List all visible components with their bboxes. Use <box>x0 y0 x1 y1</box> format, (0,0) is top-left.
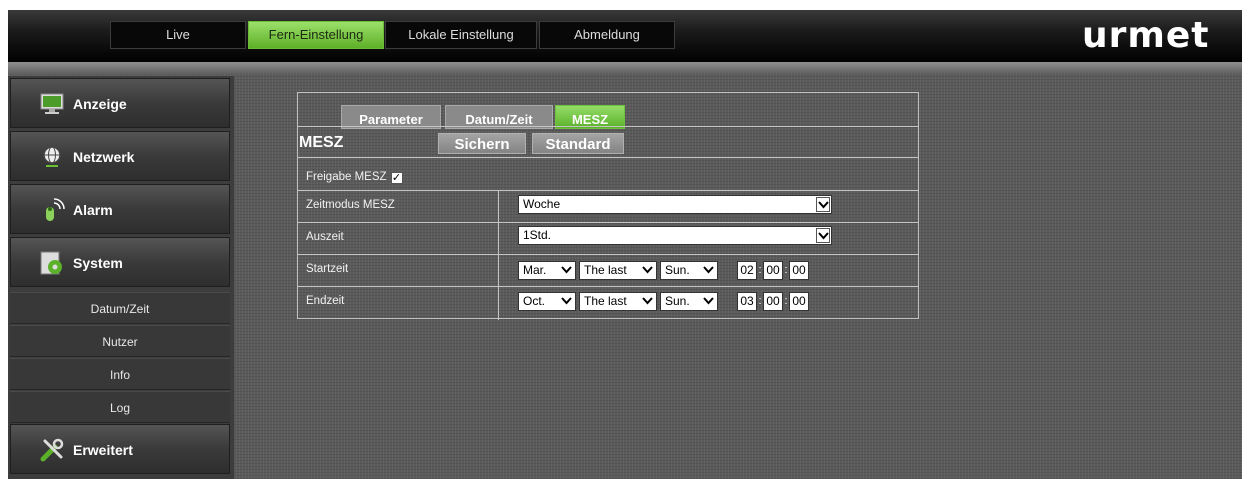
time-mode-select[interactable]: Woche <box>518 195 832 214</box>
top-bar-divider <box>8 62 1242 74</box>
end-month-value: Oct. <box>523 294 546 308</box>
end-week-select[interactable]: The last <box>579 292 657 311</box>
save-button[interactable]: Sichern <box>438 133 526 154</box>
alarm-icon <box>46 198 65 221</box>
sidebar-label-system: System <box>73 255 123 271</box>
chevron-down-icon <box>702 294 716 309</box>
start-day-value: Sun. <box>665 263 690 277</box>
end-month-select[interactable]: Oct. <box>518 292 576 311</box>
start-time-label: Startzeit <box>306 263 349 275</box>
sidebar-item-alarm[interactable]: Alarm <box>10 184 230 234</box>
nav-live[interactable]: Live <box>110 21 246 49</box>
nav-remote-settings[interactable]: Fern-Einstellung <box>248 21 384 49</box>
sidebar-item-system[interactable]: System <box>10 237 230 287</box>
urmet-logo: urmet <box>1082 15 1210 54</box>
sidebar-item-network[interactable]: Netzwerk <box>10 131 230 181</box>
nav-local-settings[interactable]: Lokale Einstellung <box>385 21 537 49</box>
start-hour-input[interactable]: 02 <box>737 261 757 280</box>
tools-icon <box>40 438 64 462</box>
chevron-down-icon <box>641 263 655 278</box>
sidebar-item-advanced[interactable]: Erweitert <box>10 424 230 474</box>
sidebar: Anzeige Netzwerk Alarm System Datum/Zeit… <box>8 76 234 479</box>
top-bar: Live Fern-Einstellung Lokale Einstellung… <box>8 10 1242 62</box>
offset-select[interactable]: 1Std. <box>518 226 832 245</box>
sidebar-subitem-info[interactable]: Info <box>10 358 230 390</box>
divider <box>298 157 918 158</box>
end-second-input[interactable]: 00 <box>789 292 809 311</box>
end-day-select[interactable]: Sun. <box>660 292 718 311</box>
start-week-select[interactable]: The last <box>579 261 657 280</box>
system-settings-icon <box>40 251 62 275</box>
start-month-value: Mar. <box>523 263 547 277</box>
offset-value: 1Std. <box>523 228 552 242</box>
chevron-down-icon <box>816 197 830 212</box>
divider <box>298 222 918 223</box>
chevron-down-icon <box>560 294 574 309</box>
divider <box>298 190 918 191</box>
chevron-down-icon <box>641 294 655 309</box>
end-day-value: Sun. <box>665 294 690 308</box>
start-second-input[interactable]: 00 <box>789 261 809 280</box>
sidebar-label-display: Anzeige <box>73 96 127 112</box>
sidebar-label-advanced: Erweitert <box>73 442 133 458</box>
enable-dst-row: Freigabe MESZ ✓ <box>306 171 403 184</box>
time-mode-label: Zeitmodus MESZ <box>306 199 395 211</box>
dst-settings-panel: Parameter Datum/Zeit MESZ MESZ Sichern S… <box>297 92 919 320</box>
column-divider <box>498 190 499 320</box>
sidebar-label-network: Netzwerk <box>73 149 135 165</box>
svg-text:urmet: urmet <box>1082 15 1210 54</box>
offset-label: Auszeit <box>306 231 344 243</box>
section-title: MESZ <box>299 134 344 151</box>
sidebar-subitem-users[interactable]: Nutzer <box>10 325 230 357</box>
start-week-value: The last <box>584 263 627 277</box>
network-globe-icon <box>43 146 61 167</box>
start-minute-input[interactable]: 00 <box>763 261 783 280</box>
monitor-icon <box>40 93 64 114</box>
enable-dst-label: Freigabe MESZ <box>306 171 387 183</box>
end-time-label: Endzeit <box>306 295 345 307</box>
end-hour-input[interactable]: 03 <box>737 292 757 311</box>
time-mode-value: Woche <box>523 197 561 211</box>
sidebar-label-alarm: Alarm <box>73 202 113 218</box>
end-week-value: The last <box>584 294 627 308</box>
sidebar-subitem-date-time[interactable]: Datum/Zeit <box>10 292 230 324</box>
chevron-down-icon <box>816 228 830 243</box>
divider <box>298 286 918 287</box>
start-month-select[interactable]: Mar. <box>518 261 576 280</box>
sidebar-item-display[interactable]: Anzeige <box>10 78 230 128</box>
default-button[interactable]: Standard <box>532 133 624 154</box>
divider <box>298 254 918 255</box>
sidebar-subitem-log[interactable]: Log <box>10 391 230 423</box>
end-minute-input[interactable]: 00 <box>763 292 783 311</box>
start-day-select[interactable]: Sun. <box>660 261 718 280</box>
enable-dst-checkbox[interactable]: ✓ <box>390 172 403 184</box>
divider <box>298 126 918 127</box>
chevron-down-icon <box>560 263 574 278</box>
chevron-down-icon <box>702 263 716 278</box>
nav-logout[interactable]: Abmeldung <box>539 21 675 49</box>
